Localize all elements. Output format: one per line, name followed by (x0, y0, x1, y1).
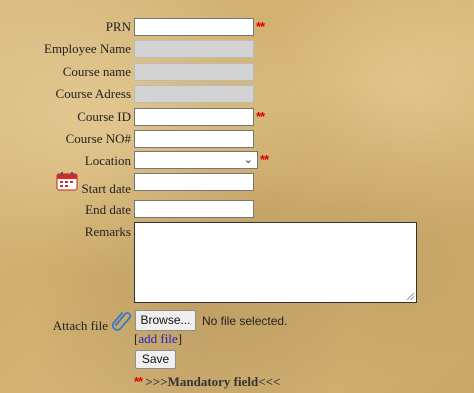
start-date-label: Start date (81, 181, 131, 196)
course-no-label: Course NO# (65, 131, 131, 146)
no-file-selected-text: No file selected. (202, 314, 288, 328)
mandatory-mark: ** (134, 374, 143, 389)
start-date-input[interactable] (134, 173, 254, 191)
paperclip-icon (111, 312, 132, 331)
course-no-input[interactable] (134, 130, 254, 148)
course-address-input[interactable] (134, 85, 254, 103)
browse-button[interactable]: Browse... (135, 310, 196, 331)
remarks-textarea[interactable] (134, 222, 417, 303)
course-id-label: Course ID (77, 109, 131, 124)
end-date-input[interactable] (134, 200, 254, 218)
add-file-link[interactable]: add file (138, 331, 177, 346)
resize-grip-icon[interactable] (407, 293, 414, 300)
prn-label: PRN (105, 19, 131, 34)
course-address-label: Course Adress (55, 86, 131, 101)
mandatory-text: >>>Mandatory field<<< (142, 374, 281, 389)
course-name-input[interactable] (134, 63, 254, 81)
save-button[interactable]: Save (135, 350, 176, 369)
remarks-label: Remarks (84, 224, 131, 239)
course-id-required-mark: ** (256, 109, 265, 124)
add-file-row: [add file] (134, 331, 183, 346)
course-id-input[interactable] (134, 108, 254, 126)
prn-input[interactable] (134, 18, 254, 36)
calendar-icon[interactable] (56, 171, 78, 191)
end-date-label: End date (85, 202, 131, 217)
chevron-down-icon: ⌄ (243, 153, 253, 166)
employee-name-input[interactable] (134, 40, 254, 58)
location-label: Location (84, 153, 131, 168)
prn-required-mark: ** (256, 19, 265, 34)
location-select[interactable]: ⌄ (134, 151, 258, 169)
mandatory-field-note: ** >>>Mandatory field<<< (134, 374, 280, 390)
employee-name-label: Employee Name (44, 41, 131, 56)
location-required-mark: ** (260, 152, 269, 167)
course-name-label: Course name (62, 64, 131, 79)
attach-file-label: Attach file (52, 318, 108, 333)
